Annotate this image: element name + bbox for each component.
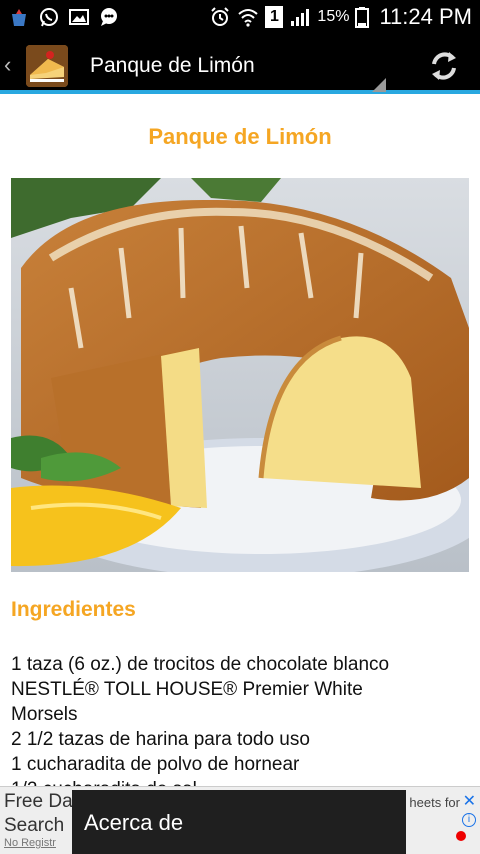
battery-percent: 15% [317,8,350,25]
ad-title[interactable]: Free Da [4,791,73,813]
ad-small-link[interactable]: No Registr [4,837,56,849]
chat-icon [101,8,117,26]
refresh-icon[interactable] [426,48,462,84]
action-bar-title: Panque de Limón [90,54,255,77]
overflow-menu: Acerca de [72,790,406,854]
whatsapp-icon [40,8,58,27]
ad-info-icon[interactable]: i [462,813,476,827]
clock: 11:24 PM [379,4,472,29]
sim-icon: 1 [265,6,284,28]
gallery-icon [69,9,89,25]
ingredients-heading: Ingredientes [11,598,136,621]
app-logo-icon[interactable] [26,45,68,87]
action-bar: ‹ Panque de Limón [0,36,480,94]
ingredient-line: 1 cucharadita de polvo de hornear [11,754,300,775]
recipe-content[interactable]: Panque de Limón Ingredientes 1 taza (6 o… [0,98,480,786]
recipe-photo [11,178,469,572]
ingredients-list: 1 taza (6 oz.) de trocitos de chocolate … [11,652,473,786]
ad-red-dot-icon [456,831,466,841]
overflow-indicator[interactable] [372,78,386,92]
ingredient-line: Morsels [11,704,78,725]
ad-close-icon[interactable]: ✕ [463,791,476,811]
ingredient-line: NESTLÉ® TOLL HOUSE® Premier White [11,679,363,700]
back-button[interactable]: ‹ [4,52,11,78]
recipe-title: Panque de Limón [148,124,332,149]
alarm-icon [211,7,230,26]
status-bar: 1 15% 11:24 PM [0,0,480,36]
ad-right-text[interactable]: heets for [409,795,460,810]
battery-icon [355,7,370,28]
signal-icon [291,9,310,26]
ingredient-line: 1 taza (6 oz.) de trocitos de chocolate … [11,654,390,675]
ingredient-line: 2 1/2 tazas de harina para todo uso [11,729,310,750]
wifi-icon [238,9,259,27]
recycle-bin-icon [12,9,26,26]
menu-item-about[interactable]: Acerca de [84,810,183,836]
ad-search-text[interactable]: Search [4,815,64,837]
ingredient-line: 1/2 cucharadita de sal [11,777,473,786]
